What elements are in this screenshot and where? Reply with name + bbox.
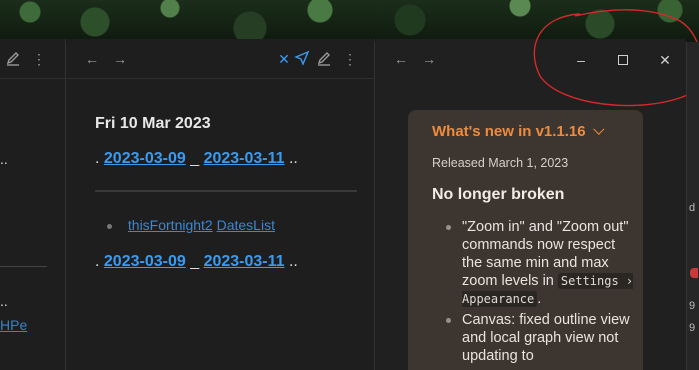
background-window-edge: d 9 9 (686, 42, 699, 370)
desktop-wallpaper (0, 0, 699, 42)
this-fortnight-link[interactable]: thisFortnight2 (128, 217, 213, 233)
date-nav-line: . 2023-03-09 _ 2023-03-11 .. (95, 150, 298, 168)
date-nav-line-bottom: . 2023-03-09 _ 2023-03-11 .. (95, 253, 298, 271)
close-icon[interactable]: ✕ (654, 49, 676, 71)
edge-text: 9 (689, 300, 696, 312)
navigate-icon[interactable] (293, 50, 311, 68)
edge-text: d (689, 202, 696, 214)
date-suffix: .. (288, 150, 298, 167)
daily-note-pane: ← → ✕ ⋮ Fri 10 Mar 2023 . 2023-03-09 _ 2… (67, 39, 375, 370)
horizontal-rule (95, 190, 357, 192)
release-card: What's new in v1.1.16 Released March 1, … (408, 110, 643, 370)
list-item: "Zoom in" and "Zoom out" commands now re… (446, 218, 634, 308)
forward-arrow-icon[interactable]: → (111, 50, 129, 68)
change-text: Canvas: fixed outline view and local gra… (462, 312, 630, 364)
back-arrow-icon[interactable]: ← (83, 50, 101, 68)
next-date-link[interactable]: 2023-03-11 (204, 253, 285, 270)
edge-badge (690, 268, 698, 278)
back-arrow-icon[interactable]: ← (392, 50, 410, 68)
next-date-link[interactable]: 2023-03-11 (204, 150, 285, 167)
date-suffix: .. (288, 253, 298, 270)
minimize-icon[interactable]: – (570, 49, 592, 71)
left-dots-extra: .. (0, 359, 8, 370)
left-dots-bottom: .. (0, 293, 8, 309)
middle-pane-header: ← → ✕ ⋮ (67, 39, 374, 79)
left-dots-top: .. (0, 151, 8, 167)
more-options-icon[interactable]: ⋮ (341, 50, 359, 68)
punctuation: . (537, 291, 542, 307)
date-separator: _ (190, 150, 200, 167)
left-link-fragment[interactable]: HPe (0, 317, 27, 333)
forward-arrow-icon[interactable]: → (420, 50, 438, 68)
date-prefix: . (95, 253, 100, 270)
changes-list: "Zoom in" and "Zoom out" commands now re… (446, 218, 634, 368)
bullet-icon (107, 223, 112, 229)
date-separator: _ (190, 253, 200, 270)
prev-date-link[interactable]: 2023-03-09 (104, 150, 186, 167)
left-pane-header: ⋮ (0, 39, 65, 79)
list-item: thisFortnight2 DatesList (107, 217, 275, 233)
chevron-down-icon (592, 123, 605, 135)
edit-icon[interactable] (315, 50, 333, 68)
dates-list-link[interactable]: DatesList (217, 217, 275, 233)
prev-date-link[interactable]: 2023-03-09 (104, 253, 186, 270)
section-heading: No longer broken (432, 186, 565, 203)
left-pane: ⋮ .. .. HPe .. (0, 39, 66, 370)
right-pane-header: ← → (376, 39, 686, 79)
note-title: Fri 10 Mar 2023 (95, 115, 211, 132)
list-item: Canvas: fixed outline view and local gra… (446, 311, 634, 365)
release-title: What's new in v1.1.16 (432, 123, 586, 140)
date-prefix: . (95, 150, 100, 167)
more-options-icon[interactable]: ⋮ (30, 50, 48, 68)
release-date: Released March 1, 2023 (432, 156, 569, 170)
close-link-icon[interactable]: ✕ (275, 50, 293, 68)
edge-text: 9 (689, 322, 696, 334)
left-divider (0, 266, 47, 267)
edit-icon[interactable] (4, 50, 22, 68)
release-version-toggle[interactable]: What's new in v1.1.16 (432, 123, 605, 140)
maximize-icon[interactable] (612, 49, 634, 71)
